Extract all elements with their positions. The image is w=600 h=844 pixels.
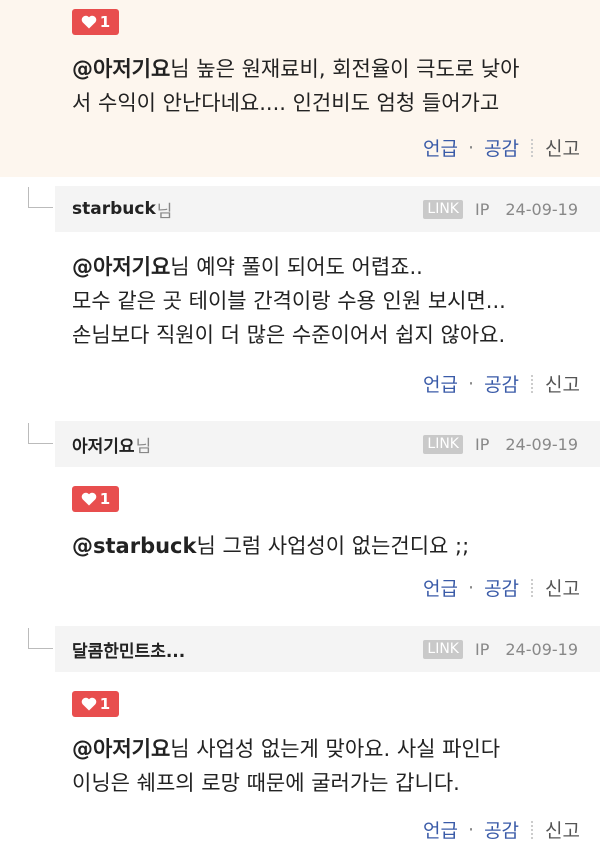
comment-meta: LINK IP 24-09-19 [423, 199, 578, 219]
comment-line: 모수 같은 곳 테이블 간격이랑 수용 인원 보시면... [72, 289, 506, 313]
ip-label: IP [475, 199, 490, 219]
comment-header: starbuck 님 LINK IP 24-09-19 [55, 186, 600, 232]
like-count-badge[interactable]: 1 [72, 691, 119, 717]
comment-actions: 언급 · 공감 신고 [423, 370, 580, 397]
comment-date: 24-09-19 [505, 639, 578, 659]
reply-indent-line [28, 187, 53, 208]
author-nickname[interactable]: starbuck [72, 199, 156, 219]
mention-link[interactable]: @아저기요 [72, 255, 170, 279]
comment-line: 님 사업성 없는게 맞아요. 사실 파인다 [170, 737, 501, 761]
separator-dot: · [468, 372, 475, 395]
report-button[interactable]: 신고 [545, 574, 580, 601]
divider [531, 138, 534, 157]
comment-header: 아저기요 님 LINK IP 24-09-19 [55, 421, 600, 467]
ip-label: IP [475, 639, 490, 659]
comment-line: 님 높은 원재료비, 회전율이 극도로 낮아 [170, 57, 520, 81]
comment-header: 달콤한민트초... LINK IP 24-09-19 [55, 626, 600, 672]
mention-link[interactable]: @starbuck [72, 534, 196, 558]
mention-link[interactable]: @아저기요 [72, 57, 170, 81]
comment-date: 24-09-19 [505, 199, 578, 219]
author-nickname[interactable]: 아저기요 [72, 432, 135, 457]
comment-date: 24-09-19 [505, 434, 578, 454]
mention-button[interactable]: 언급 [423, 574, 458, 601]
heart-icon [81, 15, 97, 29]
comment-text: @starbuck님 그럼 사업성이 없는건디요 ;; [72, 529, 580, 563]
comment-card: 1 @아저기요님 높은 원재료비, 회전율이 극도로 낮아 서 수익이 안난다네… [0, 0, 600, 177]
link-badge[interactable]: LINK [423, 639, 463, 659]
divider [531, 578, 534, 597]
author-nickname[interactable]: 달콤한민트초... [72, 637, 185, 662]
comment-actions: 언급 · 공감 신고 [423, 574, 580, 601]
separator-dot: · [468, 136, 475, 159]
comment-text: @아저기요님 예약 풀이 되어도 어렵죠.. 모수 같은 곳 테이블 간격이랑 … [72, 250, 580, 352]
separator-dot: · [468, 576, 475, 599]
like-count-badge[interactable]: 1 [72, 9, 119, 35]
ip-label: IP [475, 434, 490, 454]
comment-line: 이닝은 쉐프의 로망 때문에 굴러가는 갑니다. [72, 771, 460, 795]
link-badge[interactable]: LINK [423, 199, 463, 219]
mention-button[interactable]: 언급 [423, 816, 458, 843]
divider [531, 820, 534, 839]
like-count: 1 [99, 695, 111, 713]
comment-actions: 언급 · 공감 신고 [423, 816, 580, 843]
report-button[interactable]: 신고 [545, 370, 580, 397]
report-button[interactable]: 신고 [545, 134, 580, 161]
divider [531, 374, 534, 393]
like-button[interactable]: 공감 [484, 574, 519, 601]
like-count-badge[interactable]: 1 [72, 486, 119, 512]
like-count: 1 [99, 490, 111, 508]
heart-icon [81, 492, 97, 506]
reply-indent-line [28, 628, 53, 649]
comment-line: 님 그럼 사업성이 없는건디요 ;; [196, 534, 470, 558]
author-suffix: 님 [156, 201, 173, 222]
mention-link[interactable]: @아저기요 [72, 737, 170, 761]
like-count: 1 [99, 13, 111, 31]
comment-text: @아저기요님 높은 원재료비, 회전율이 극도로 낮아 서 수익이 안난다네요.… [72, 52, 580, 120]
separator-dot: · [468, 818, 475, 841]
author-suffix: 님 [135, 436, 152, 457]
mention-button[interactable]: 언급 [423, 134, 458, 161]
report-button[interactable]: 신고 [545, 816, 580, 843]
comment-line: 손님보다 직원이 더 많은 수준이어서 쉽지 않아요. [72, 323, 506, 347]
link-badge[interactable]: LINK [423, 434, 463, 454]
mention-button[interactable]: 언급 [423, 370, 458, 397]
comment-line: 님 예약 풀이 되어도 어렵죠.. [170, 255, 423, 279]
comment-meta: LINK IP 24-09-19 [423, 434, 578, 454]
reply-indent-line [28, 423, 53, 444]
comment-meta: LINK IP 24-09-19 [423, 639, 578, 659]
like-button[interactable]: 공감 [484, 370, 519, 397]
comment-line: 서 수익이 안난다네요.... 인건비도 엄청 들어가고 [72, 91, 500, 115]
like-button[interactable]: 공감 [484, 816, 519, 843]
like-button[interactable]: 공감 [484, 134, 519, 161]
comment-text: @아저기요님 사업성 없는게 맞아요. 사실 파인다 이닝은 쉐프의 로망 때문… [72, 732, 580, 800]
comment-actions: 언급 · 공감 신고 [423, 134, 580, 161]
heart-icon [81, 697, 97, 711]
